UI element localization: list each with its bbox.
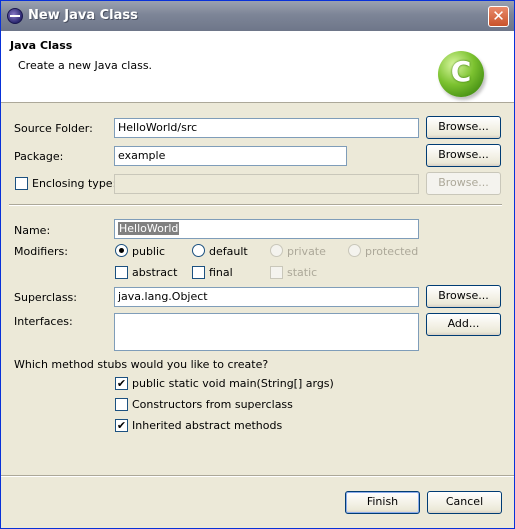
wizard-header: Java Class Create a new Java class. C: [1, 31, 514, 103]
separator: [9, 204, 502, 206]
name-label: Name:: [14, 224, 51, 237]
interfaces-add-button[interactable]: Add...: [426, 313, 501, 336]
stub-constructors-label: Constructors from superclass: [132, 398, 293, 411]
modifier-default-radio[interactable]: [192, 244, 205, 257]
superclass-input[interactable]: java.lang.Object: [114, 287, 419, 307]
java-class-icon-letter: C: [450, 55, 472, 88]
window-title: New Java Class: [28, 8, 138, 23]
modifier-abstract-label: abstract: [132, 266, 178, 279]
enclosing-type-browse-button[interactable]: Browse...: [426, 172, 501, 195]
eclipse-icon: [7, 8, 23, 24]
modifier-protected-radio[interactable]: [348, 244, 361, 257]
modifier-final-label: final: [209, 266, 233, 279]
close-button[interactable]: ✕: [488, 6, 509, 27]
modifier-private-radio[interactable]: [270, 244, 283, 257]
modifier-abstract-checkbox[interactable]: [115, 266, 128, 279]
enclosing-type-input[interactable]: [114, 174, 419, 194]
stub-main-label: public static void main(String[] args): [132, 377, 334, 390]
wizard-title: Java Class: [10, 39, 73, 52]
modifier-default-label: default: [209, 245, 248, 258]
package-input[interactable]: example: [114, 146, 347, 166]
modifier-private-label: private: [287, 245, 326, 258]
source-folder-input[interactable]: HelloWorld/src: [114, 118, 419, 138]
package-browse-button[interactable]: Browse...: [426, 144, 501, 167]
title-bar[interactable]: New Java Class ✕: [1, 1, 514, 31]
modifier-public-radio[interactable]: [115, 244, 128, 257]
superclass-label: Superclass:: [14, 291, 77, 304]
interfaces-list[interactable]: [114, 313, 419, 351]
superclass-browse-button[interactable]: Browse...: [426, 285, 501, 308]
footer-separator: [1, 475, 514, 477]
package-label: Package:: [14, 150, 64, 163]
modifier-public-label: public: [132, 245, 166, 258]
wizard-description: Create a new Java class.: [18, 59, 153, 72]
stub-main-checkbox[interactable]: ✔: [115, 377, 128, 390]
source-folder-browse-button[interactable]: Browse...: [426, 116, 501, 139]
new-java-class-dialog: New Java Class ✕ Java Class Create a new…: [0, 0, 515, 529]
interfaces-label: Interfaces:: [14, 315, 73, 328]
enclosing-type-checkbox[interactable]: [15, 177, 28, 190]
stub-inherited-checkbox[interactable]: ✔: [115, 419, 128, 432]
java-class-icon: C: [438, 51, 484, 97]
finish-button[interactable]: Finish: [345, 491, 420, 514]
cancel-button[interactable]: Cancel: [427, 491, 502, 514]
name-input-value: HelloWorld: [118, 222, 180, 235]
stub-inherited-label: Inherited abstract methods: [132, 419, 283, 432]
modifier-protected-label: protected: [365, 245, 419, 258]
modifiers-label: Modifiers:: [14, 245, 68, 258]
enclosing-type-label: Enclosing type:: [32, 177, 117, 190]
name-input[interactable]: HelloWorld: [114, 219, 419, 239]
stub-constructors-checkbox[interactable]: [115, 398, 128, 411]
modifier-static-checkbox[interactable]: [270, 266, 283, 279]
modifier-static-label: static: [287, 266, 318, 279]
source-folder-label: Source Folder:: [14, 122, 93, 135]
modifier-final-checkbox[interactable]: [192, 266, 205, 279]
method-stubs-question: Which method stubs would you like to cre…: [14, 358, 269, 371]
